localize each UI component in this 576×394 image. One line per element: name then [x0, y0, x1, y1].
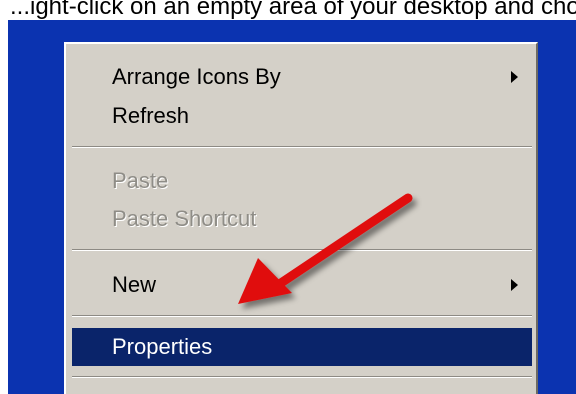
menu-item-arrange-icons-by[interactable]: Arrange Icons By — [72, 58, 532, 96]
menu-item-label: Refresh — [112, 103, 190, 128]
menu-item-label: Paste — [112, 168, 169, 193]
menu-item-paste-shortcut: Paste Shortcut — [72, 200, 532, 238]
menu-separator — [72, 249, 532, 251]
menu-separator — [72, 146, 532, 148]
submenu-arrow-icon — [511, 71, 518, 83]
submenu-arrow-icon — [511, 279, 518, 291]
menu-separator — [72, 376, 532, 378]
menu-item-label: Paste Shortcut — [112, 206, 257, 231]
menu-separator — [72, 315, 532, 317]
instruction-caption: ...ight-click on an empty area of your d… — [10, 0, 576, 20]
menu-item-new[interactable]: New — [72, 266, 532, 304]
menu-item-label: Properties — [112, 334, 213, 359]
screenshot: ...ight-click on an empty area of your d… — [0, 0, 576, 394]
menu-item-paste: Paste — [72, 162, 532, 200]
menu-item-refresh[interactable]: Refresh — [72, 97, 532, 135]
menu-item-properties[interactable]: Properties — [72, 328, 532, 366]
desktop-context-menu: Arrange Icons By Refresh Paste Paste Sho… — [64, 42, 538, 394]
menu-item-label: New — [112, 272, 157, 297]
menu-item-label: Arrange Icons By — [112, 64, 281, 89]
